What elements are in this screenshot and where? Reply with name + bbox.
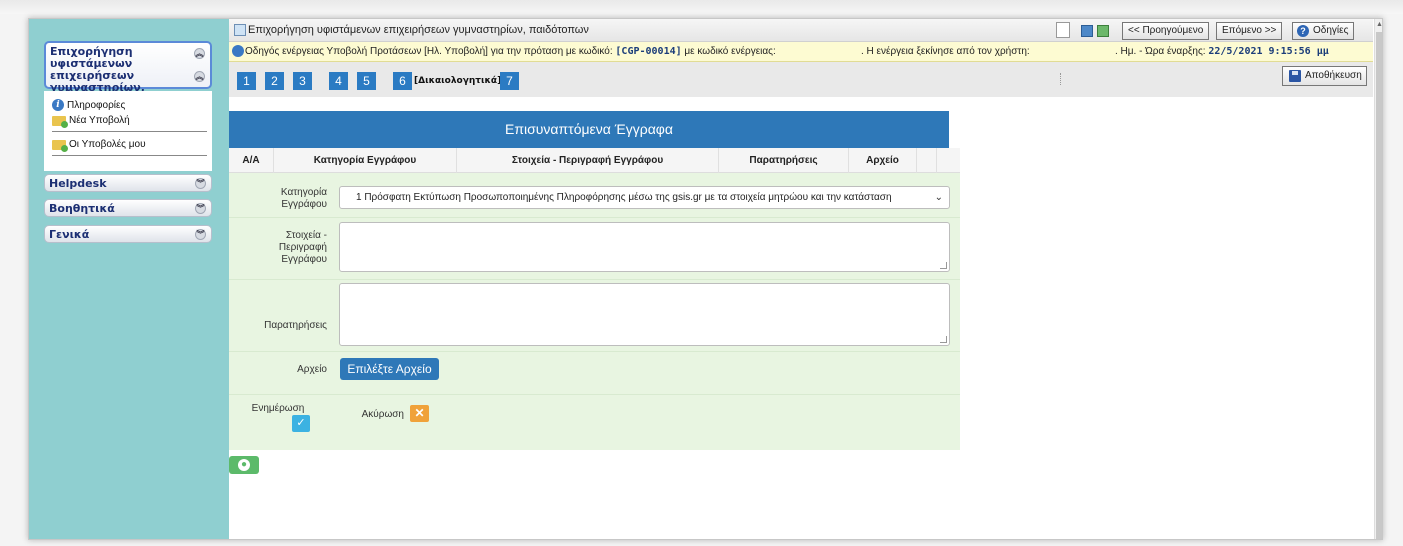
expand-down-icon[interactable]: ︾ xyxy=(195,203,206,214)
help-button-label: Οδηγίες xyxy=(1313,25,1349,36)
expand-down-icon[interactable]: ︾ xyxy=(195,229,206,240)
application-window: Επιχορήγηση υφιστάμενων επιχειρήσεων γυμ… xyxy=(28,18,1383,540)
expand-down-icon[interactable]: ︾ xyxy=(195,178,206,189)
add-row-button[interactable]: ● xyxy=(229,456,259,474)
description-label: Στοιχεία - Περιγραφή Εγγράφου xyxy=(278,230,327,265)
step-5[interactable]: 5 xyxy=(357,72,376,90)
menu-group-general-label: Γενικά xyxy=(49,228,90,241)
info-bar: Οδηγός ενέργειας Υποβολή Προτάσεων [Ηλ. … xyxy=(229,42,1373,62)
save-button[interactable]: Αποθήκευση xyxy=(1282,66,1367,86)
sidebar: Επιχορήγηση υφιστάμενων επιχειρήσεων γυμ… xyxy=(29,19,229,539)
folder-icon xyxy=(52,139,68,152)
menu-group-helpdesk[interactable]: Helpdesk ︾ xyxy=(44,174,212,192)
info-icon: i xyxy=(52,99,64,111)
start-time-info: . Ημ. - Ώρα έναρξης: 22/5/2021 9:15:56 μ… xyxy=(1115,46,1329,57)
scrollbar-thumb[interactable] xyxy=(1376,32,1382,539)
scroll-up-icon[interactable]: ▲ xyxy=(1376,21,1382,28)
menu-panel: i Πληροφορίες Νέα Υποβολή Οι Υποβολές μο… xyxy=(44,91,212,171)
menu-item-info-label: Πληροφορίες xyxy=(67,99,126,111)
current-step-label: [Δικαιολογητικά] xyxy=(414,76,502,86)
cancel-label: Ακύρωση xyxy=(361,409,404,420)
row-divider xyxy=(229,351,960,352)
menu-item-my-submissions[interactable]: Οι Υποβολές μου xyxy=(52,139,146,152)
menu-item-my-submissions-label: Οι Υποβολές μου xyxy=(69,139,146,150)
add-icon: ● xyxy=(238,459,250,471)
proposal-code: [CGP-00014] xyxy=(615,46,682,57)
column-header-description: Στοιχεία - Περιγραφή Εγγράφου xyxy=(457,148,719,173)
menu-header-active[interactable]: Επιχορήγηση υφιστάμενων επιχειρήσεων γυμ… xyxy=(44,41,212,106)
folder-add-icon xyxy=(52,115,68,128)
start-time-label: . Ημ. - Ώρα έναρξης: xyxy=(1115,46,1206,57)
save-button-label: Αποθήκευση xyxy=(1305,70,1362,81)
menu-divider xyxy=(52,131,207,132)
category-label: Κατηγορία Εγγράφου xyxy=(280,187,327,210)
collapse-up-icon-2[interactable]: ︽ xyxy=(194,71,205,82)
row-divider xyxy=(229,279,960,280)
step-7[interactable]: 7 xyxy=(500,72,519,90)
category-select[interactable]: 1 Πρόσφατη Εκτύπωση Προσωποποιημένης Πλη… xyxy=(339,186,950,209)
collapse-up-icon[interactable]: ︽ xyxy=(194,48,205,59)
info-icon xyxy=(232,45,244,57)
column-header-notes: Παρατηρήσεις xyxy=(719,148,849,173)
export-icon[interactable] xyxy=(1097,25,1109,37)
update-button[interactable]: ✓ xyxy=(292,415,310,432)
step-1[interactable]: 1 xyxy=(237,72,256,90)
action-code-label: με κωδικό ενέργειας: xyxy=(684,46,776,57)
description-textarea[interactable] xyxy=(339,222,950,272)
top-shadow xyxy=(0,0,1403,14)
help-icon: ? xyxy=(1297,25,1309,37)
choose-file-button[interactable]: Επιλέξτε Αρχείο xyxy=(340,358,439,380)
column-header-aa: Α/Α xyxy=(229,148,274,173)
menu-group-auxiliary[interactable]: Βοηθητικά ︾ xyxy=(44,199,212,217)
page-title: Επιχορήγηση υφιστάμενων επιχειρήσεων γυμ… xyxy=(248,24,589,36)
wizard-info: Οδηγός ενέργειας Υποβολή Προτάσεων [Ηλ. … xyxy=(245,46,776,57)
row-divider xyxy=(229,217,960,218)
column-header-spacer xyxy=(917,148,937,173)
page-icon xyxy=(234,24,246,36)
row-divider xyxy=(229,394,960,395)
next-button[interactable]: Επόμενο >> xyxy=(1216,22,1283,40)
notes-textarea[interactable] xyxy=(339,283,950,346)
main-area: Επιχορήγηση υφιστάμενων επιχειρήσεων γυμ… xyxy=(229,19,1373,539)
toolbar-separator xyxy=(1060,73,1063,85)
calendar-icon[interactable] xyxy=(1081,25,1093,37)
user-info: . Η ενέργεια ξεκίνησε από τον χρήστη: xyxy=(861,46,1030,57)
chevron-down-icon: ⌄ xyxy=(934,192,943,203)
vertical-scrollbar[interactable]: ▲ xyxy=(1374,19,1382,539)
step-4[interactable]: 4 xyxy=(329,72,348,90)
notes-icon[interactable] xyxy=(1056,22,1070,38)
column-header-category: Κατηγορία Εγγράφου xyxy=(274,148,457,173)
file-label: Αρχείο xyxy=(297,364,327,375)
menu-item-new-submission-label: Νέα Υποβολή xyxy=(69,115,130,126)
edit-form: Κατηγορία Εγγράφου 1 Πρόσφατη Εκτύπωση Π… xyxy=(229,173,960,450)
column-header-file: Αρχείο xyxy=(849,148,917,173)
title-bar: Επιχορήγηση υφιστάμενων επιχειρήσεων γυμ… xyxy=(229,19,1373,42)
update-label: Ενημέρωση xyxy=(251,403,305,414)
menu-divider-2 xyxy=(52,155,207,156)
menu-item-new-submission[interactable]: Νέα Υποβολή xyxy=(52,115,130,128)
form-heading: Επισυναπτόμενα Έγγραφα xyxy=(229,111,949,148)
table-header: Α/Α Κατηγορία Εγγράφου Στοιχεία - Περιγρ… xyxy=(229,148,960,173)
menu-group-general[interactable]: Γενικά ︾ xyxy=(44,225,212,243)
close-icon: ✕ xyxy=(414,406,425,420)
cancel-button[interactable]: ✕ xyxy=(410,405,429,422)
start-time-value: 22/5/2021 9:15:56 μμ xyxy=(1208,46,1329,57)
step-6[interactable]: 6 xyxy=(393,72,412,90)
step-2[interactable]: 2 xyxy=(265,72,284,90)
menu-group-auxiliary-label: Βοηθητικά xyxy=(49,202,115,215)
step-3[interactable]: 3 xyxy=(293,72,312,90)
category-select-value: 1 Πρόσφατη Εκτύπωση Προσωποποιημένης Πλη… xyxy=(356,192,892,203)
menu-item-info[interactable]: i Πληροφορίες xyxy=(52,99,125,111)
save-icon xyxy=(1289,70,1301,82)
notes-label: Παρατηρήσεις xyxy=(264,320,327,331)
menu-group-helpdesk-label: Helpdesk xyxy=(49,177,107,190)
previous-button[interactable]: << Προηγούμενο xyxy=(1122,22,1210,40)
steps-bar: 1 2 3 4 5 6 [Δικαιολογητικά] 7 Αποθήκευσ… xyxy=(229,62,1373,97)
wizard-text: Οδηγός ενέργειας Υποβολή Προτάσεων [Ηλ. … xyxy=(245,46,613,57)
help-button[interactable]: ? Οδηγίες xyxy=(1292,22,1355,40)
window-background: Επιχορήγηση υφιστάμενων επιχειρήσεων γυμ… xyxy=(0,0,1403,546)
check-icon: ✓ xyxy=(296,417,306,429)
